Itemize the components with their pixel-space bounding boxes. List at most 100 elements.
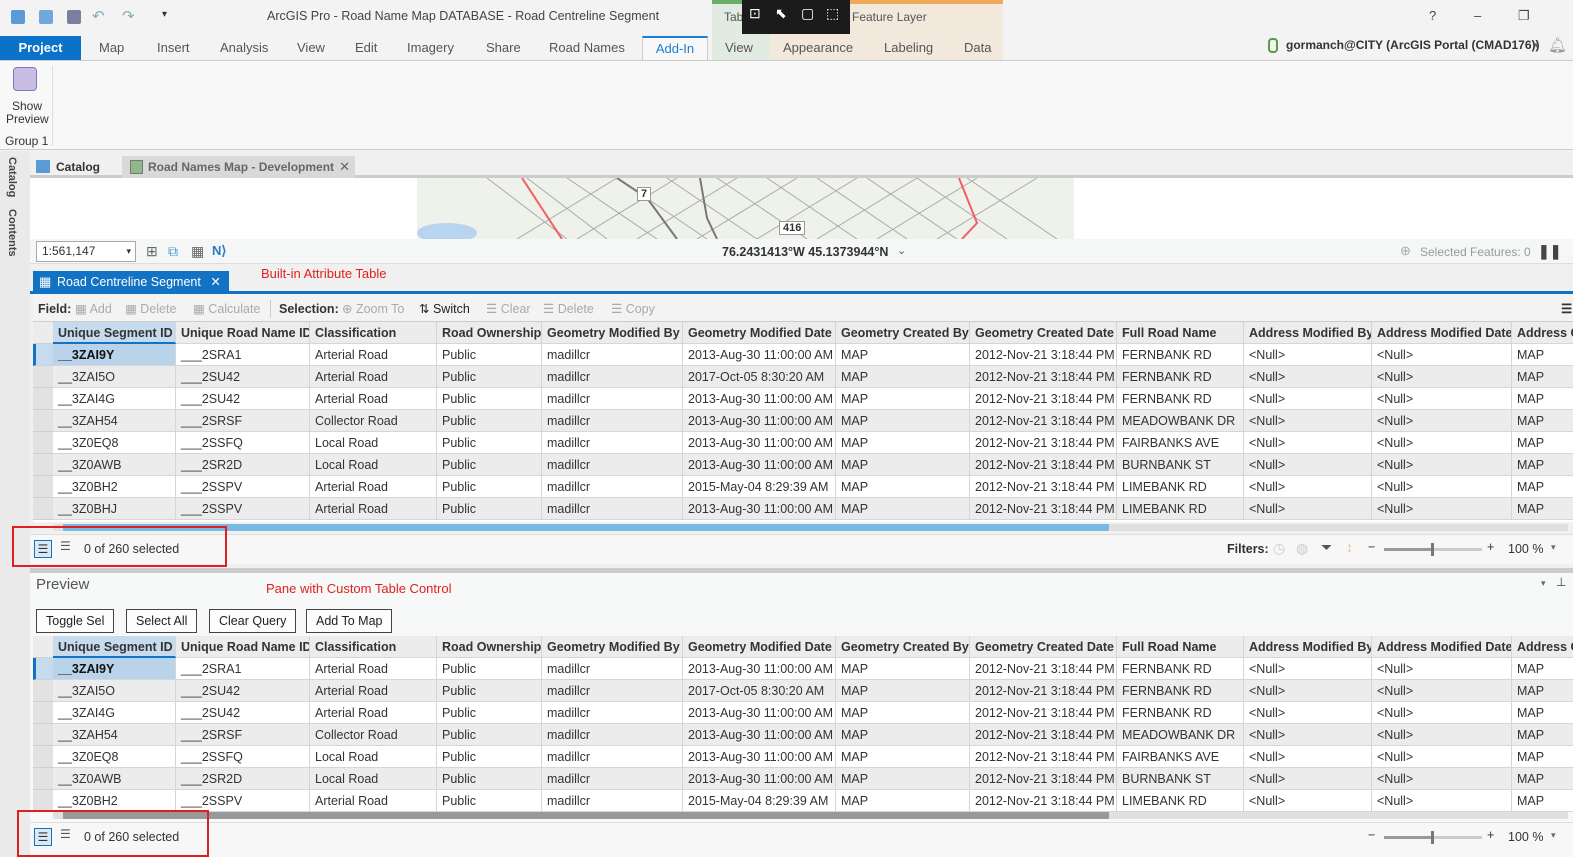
table-cell[interactable]: __3Z0BH2: [53, 476, 176, 498]
column-header[interactable]: Geometry Modified By: [542, 322, 683, 344]
table-cell[interactable]: LIMEBANK RD: [1117, 790, 1244, 812]
tab-data[interactable]: Data: [964, 36, 991, 60]
time-filter-icon[interactable]: ◷: [1273, 540, 1285, 557]
table-cell[interactable]: 2012-Nov-21 3:18:44 PM: [970, 746, 1117, 768]
extent-filter-icon[interactable]: ⏷: [1321, 539, 1332, 556]
table-row[interactable]: __3ZAI5O ___2SU42 Arterial Road Public madil…: [33, 366, 1573, 388]
table-cell[interactable]: ___2SU42: [176, 388, 310, 410]
contents-pane-tab[interactable]: Contents: [6, 209, 18, 257]
attribute-table-tab[interactable]: ▦ Road Centreline Segment ✕: [33, 271, 229, 293]
table-cell[interactable]: __3Z0EQ8: [53, 432, 176, 454]
column-header[interactable]: Classification: [310, 322, 437, 344]
table-cell[interactable]: __3ZAI4G: [53, 702, 176, 724]
column-header[interactable]: Geometry Created Date: [970, 636, 1117, 658]
attribute-table-grid[interactable]: Unique Segment ID Unique Road Name ID Clas…: [33, 322, 1573, 522]
table-row[interactable]: __3Z0BH2 ___2SSPV Arterial Road Public madil…: [33, 476, 1573, 498]
table-cell[interactable]: madillcr: [542, 410, 683, 432]
table-cell[interactable]: __3ZAI9Y: [53, 344, 176, 366]
table-cell[interactable]: <Null>: [1372, 454, 1512, 476]
table-cell[interactable]: __3ZAI5O: [53, 680, 176, 702]
table-cell[interactable]: 2012-Nov-21 3:18:44 PM: [970, 454, 1117, 476]
table-cell[interactable]: <Null>: [1372, 790, 1512, 812]
table-cell[interactable]: MAP: [836, 476, 970, 498]
table-cell[interactable]: 2017-Oct-05 8:30:20 AM: [683, 366, 836, 388]
table-cell[interactable]: MAP: [836, 432, 970, 454]
table-cell[interactable]: ___2SR2D: [176, 768, 310, 790]
table-cell[interactable]: <Null>: [1372, 680, 1512, 702]
table-cell[interactable]: ___2SRSF: [176, 724, 310, 746]
save-project-icon[interactable]: [67, 10, 81, 24]
clear-query-button[interactable]: Clear Query: [209, 609, 297, 633]
table-cell[interactable]: MAP: [1512, 680, 1573, 702]
table-cell[interactable]: ___2SSPV: [176, 476, 310, 498]
table-cell[interactable]: Arterial Road: [310, 498, 437, 520]
table-cell[interactable]: MAP: [836, 498, 970, 520]
table-cell[interactable]: FERNBANK RD: [1117, 680, 1244, 702]
table-cell[interactable]: Arterial Road: [310, 388, 437, 410]
table-cell[interactable]: Arterial Road: [310, 790, 437, 812]
table-cell[interactable]: MAP: [836, 768, 970, 790]
table-cell[interactable]: Public: [437, 476, 542, 498]
tab-road-names[interactable]: Road Names: [549, 36, 625, 60]
row-selector[interactable]: [33, 344, 53, 366]
table-cell[interactable]: <Null>: [1372, 724, 1512, 746]
table-cell[interactable]: <Null>: [1372, 476, 1512, 498]
table-cell[interactable]: Local Road: [310, 746, 437, 768]
table-cell[interactable]: MAP: [1512, 366, 1573, 388]
table-cell[interactable]: MAP: [1512, 388, 1573, 410]
column-header[interactable]: Geometry Created By: [836, 636, 970, 658]
column-header[interactable]: Unique Road Name ID: [176, 322, 310, 344]
grid-icon[interactable]: ▦: [191, 243, 204, 260]
table-cell[interactable]: 2013-Aug-30 11:00:00 AM: [683, 410, 836, 432]
table-cell[interactable]: madillcr: [542, 366, 683, 388]
table-cell[interactable]: ___2SRA1: [176, 658, 310, 680]
column-header[interactable]: Full Road Name: [1117, 322, 1244, 344]
row-selector[interactable]: [33, 746, 53, 768]
table-cell[interactable]: ___2SRA1: [176, 344, 310, 366]
table-cell[interactable]: Arterial Road: [310, 680, 437, 702]
table-cell[interactable]: BURNBANK ST: [1117, 454, 1244, 476]
sort-icon[interactable]: ↕: [1346, 539, 1353, 555]
table-cell[interactable]: <Null>: [1372, 410, 1512, 432]
row-selector[interactable]: [33, 790, 53, 812]
table-cell[interactable]: __3Z0BHJ: [53, 498, 176, 520]
row-selector[interactable]: [33, 498, 53, 520]
table-cell[interactable]: 2013-Aug-30 11:00:00 AM: [683, 432, 836, 454]
table-cell[interactable]: Public: [437, 410, 542, 432]
table-cell[interactable]: 2012-Nov-21 3:18:44 PM: [970, 768, 1117, 790]
table-cell[interactable]: Local Road: [310, 432, 437, 454]
select-rectangle-icon[interactable]: ▢: [801, 5, 814, 22]
table-cell[interactable]: MAP: [1512, 432, 1573, 454]
row-selector[interactable]: [33, 454, 53, 476]
table-cell[interactable]: Arterial Road: [310, 702, 437, 724]
clear-selection-button[interactable]: ☰ Clear: [486, 297, 531, 321]
north-arrow-icon[interactable]: N⟩: [212, 243, 226, 259]
row-selector[interactable]: [33, 724, 53, 746]
map-scale-dropdown[interactable]: 1:561,147 ▾: [36, 241, 136, 262]
table-cell[interactable]: <Null>: [1244, 410, 1372, 432]
table-cell[interactable]: <Null>: [1244, 658, 1372, 680]
table-cell[interactable]: 2013-Aug-30 11:00:00 AM: [683, 746, 836, 768]
pause-drawing-icon[interactable]: ❚❚: [1538, 243, 1561, 260]
table-cell[interactable]: Arterial Road: [310, 658, 437, 680]
zoom-to-button[interactable]: ⊕ Zoom To: [342, 297, 404, 321]
table-cell[interactable]: 2012-Nov-21 3:18:44 PM: [970, 658, 1117, 680]
table-cell[interactable]: MAP: [836, 366, 970, 388]
table-cell[interactable]: MEADOWBANK DR: [1117, 724, 1244, 746]
table-cell[interactable]: 2013-Aug-30 11:00:00 AM: [683, 724, 836, 746]
table-cell[interactable]: MAP: [836, 658, 970, 680]
zoom-out-button[interactable]: −: [1368, 540, 1375, 554]
tab-table-view[interactable]: View: [725, 36, 753, 60]
table-cell[interactable]: Arterial Road: [310, 366, 437, 388]
column-header[interactable]: Address C: [1512, 322, 1573, 344]
column-header[interactable]: Address Modified By: [1244, 636, 1372, 658]
row-selector[interactable]: [33, 366, 53, 388]
table-cell[interactable]: 2012-Nov-21 3:18:44 PM: [970, 790, 1117, 812]
row-selector[interactable]: [33, 768, 53, 790]
table-cell[interactable]: madillcr: [542, 454, 683, 476]
snapping-icon[interactable]: ⧉: [168, 243, 178, 260]
table-cell[interactable]: Local Road: [310, 768, 437, 790]
table-cell[interactable]: 2013-Aug-30 11:00:00 AM: [683, 344, 836, 366]
tab-add-in[interactable]: Add-In: [642, 36, 708, 61]
table-cell[interactable]: MAP: [836, 702, 970, 724]
